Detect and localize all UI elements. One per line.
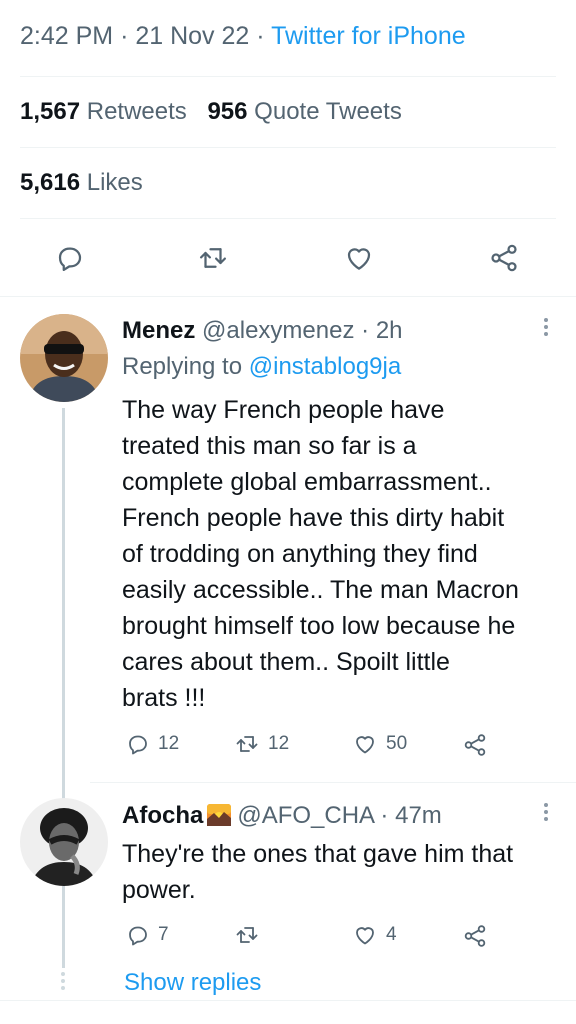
reply-time[interactable]: 47m <box>395 802 442 829</box>
share-icon <box>464 925 486 947</box>
reply-retweet-button[interactable] <box>234 923 268 947</box>
likes-stat[interactable]: 5,616 Likes <box>20 169 157 197</box>
like-count: 4 <box>386 924 397 945</box>
reply-text-line: complete global embarrassment.. <box>122 468 492 496</box>
likes-label: Likes <box>86 169 143 196</box>
thread-dots <box>60 972 66 993</box>
meta-separator: · <box>120 22 129 50</box>
share-icon[interactable] <box>486 240 522 276</box>
reply-text-line: easily accessible.. The man Macron <box>122 576 519 604</box>
quotes-count: 956 <box>207 98 248 125</box>
replying-prefix: Replying to <box>122 353 243 380</box>
reply-share-button[interactable] <box>462 923 488 949</box>
reply-text-line: cares about them.. Spoilt little <box>122 648 450 676</box>
reply-retweet-button[interactable]: 12 <box>234 732 289 756</box>
divider <box>20 147 556 148</box>
reply-text-line: brats !!! <box>122 684 206 712</box>
retweet-icon <box>236 736 258 752</box>
reply-like-button[interactable]: 4 <box>352 923 397 947</box>
reply-text-line: of trodding on anything they find <box>122 540 478 568</box>
sunset-emoji <box>207 804 232 826</box>
retweets-label: Retweets <box>86 98 187 125</box>
reply-text-line: brought himself too low because he <box>122 612 516 640</box>
reply-text-line: power. <box>122 876 196 904</box>
replying-to-handle[interactable]: @instablog9ja <box>249 353 401 380</box>
reply-count: 12 <box>158 733 180 754</box>
like-icon <box>356 736 374 754</box>
divider <box>90 782 576 783</box>
reply-author-handle[interactable]: @AFO_CHA <box>237 802 373 829</box>
retweets-count: 1,567 <box>20 98 81 125</box>
avatar[interactable] <box>20 314 108 402</box>
share-icon <box>464 734 486 756</box>
reply-header: Menez @alexymenez · 2h <box>122 317 403 345</box>
divider <box>20 76 556 77</box>
reply-count: 7 <box>158 924 169 945</box>
more-options-icon[interactable] <box>542 318 550 339</box>
retweet-quote-stats: 1,567 Retweets 956 Quote Tweets <box>20 98 416 126</box>
like-count: 50 <box>386 733 408 754</box>
reply-icon <box>129 735 147 755</box>
avatar[interactable] <box>20 798 108 886</box>
reply-text-line: The way French people have <box>122 396 445 424</box>
reply-text-line: treated this man so far is a <box>122 432 417 460</box>
reply-author-handle[interactable]: @alexymenez <box>202 317 354 344</box>
reply-reply-button[interactable]: 12 <box>126 732 179 756</box>
retweets-stat[interactable]: 1,567 Retweets <box>20 98 201 125</box>
tweet-action-bar <box>0 228 576 288</box>
like-icon <box>356 927 374 945</box>
reply-action-bar: 12 12 50 <box>122 732 522 762</box>
reply-like-button[interactable]: 50 <box>352 732 407 756</box>
likes-count: 5,616 <box>20 169 81 196</box>
reply-text: They're the ones that gave him that powe… <box>122 836 562 908</box>
quotes-label: Quote Tweets <box>254 98 402 125</box>
reply-action-bar: 7 4 <box>122 923 522 953</box>
tweet-time[interactable]: 2:42 PM <box>20 22 113 50</box>
reply-text-line: They're the ones that gave him that <box>122 840 514 868</box>
retweet-icon <box>236 927 258 943</box>
reply-author-name[interactable]: Afocha <box>122 802 203 829</box>
show-replies-link[interactable]: Show replies <box>124 969 261 997</box>
reply-header: Afocha @AFO_CHA · 47m <box>122 802 442 830</box>
quotes-stat[interactable]: 956 Quote Tweets <box>207 98 415 125</box>
replying-to: Replying to @instablog9ja <box>122 353 401 381</box>
retweet-icon[interactable] <box>195 240 231 276</box>
tweet-date[interactable]: 21 Nov 22 <box>135 22 249 50</box>
like-icon[interactable] <box>341 240 377 276</box>
divider <box>0 296 576 297</box>
retweet-count: 12 <box>268 733 290 754</box>
reply-time[interactable]: 2h <box>376 317 403 344</box>
reply-reply-button[interactable]: 7 <box>126 923 169 947</box>
reply-icon[interactable] <box>52 240 88 276</box>
reply-icon <box>129 926 147 946</box>
reply-text-line: French people have this dirty habit <box>122 504 505 532</box>
reply-author-name[interactable]: Menez <box>122 317 195 344</box>
meta-separator: · <box>380 802 389 829</box>
tweet-timestamp: 2:42 PM · 21 Nov 22 · Twitter for iPhone <box>20 22 466 51</box>
divider <box>0 1000 576 1001</box>
more-options-icon[interactable] <box>542 803 550 824</box>
divider <box>20 218 556 219</box>
reply-text: The way French people have treated this … <box>122 392 562 716</box>
tweet-source-link[interactable]: Twitter for iPhone <box>271 22 466 50</box>
meta-separator: · <box>361 317 370 344</box>
meta-separator: · <box>256 22 265 50</box>
reply-share-button[interactable] <box>462 732 488 758</box>
